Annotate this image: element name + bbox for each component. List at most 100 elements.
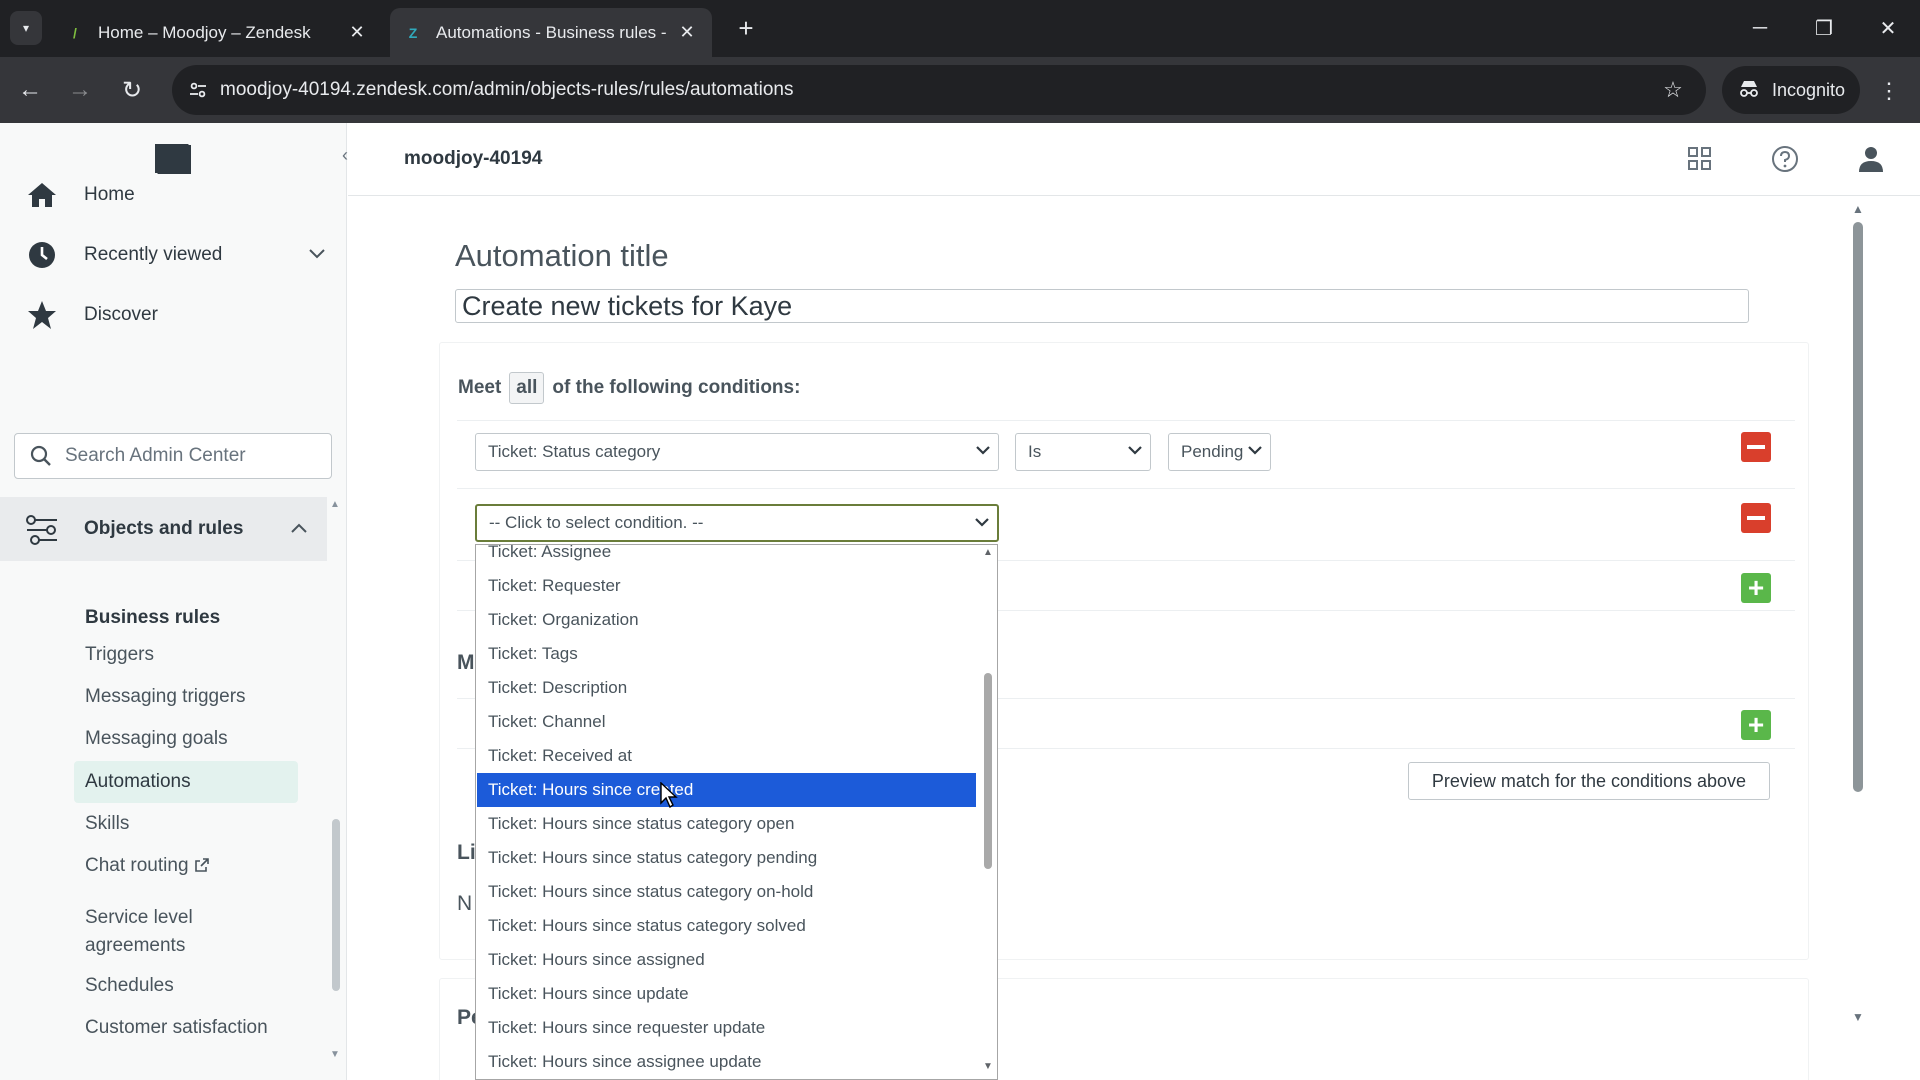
- star-icon: [24, 297, 60, 333]
- account-name: moodjoy-40194: [404, 148, 543, 169]
- minimize-icon[interactable]: ─: [1740, 10, 1780, 46]
- sidebar-item-label: Automations: [85, 771, 191, 792]
- sidebar-item-messaging-triggers[interactable]: Messaging triggers: [74, 676, 298, 718]
- new-tab-button[interactable]: +: [732, 13, 760, 43]
- sidebar-item-automations[interactable]: Automations: [74, 761, 298, 803]
- meet-mode-select[interactable]: all: [509, 372, 545, 404]
- restore-icon[interactable]: ❐: [1804, 10, 1844, 46]
- preview-match-button[interactable]: Preview match for the conditions above: [1408, 762, 1770, 800]
- scroll-down-icon[interactable]: ▼: [330, 1049, 340, 1060]
- meet-prefix: Meet: [458, 377, 502, 398]
- dropdown-option[interactable]: Ticket: Hours since assigned: [477, 943, 976, 977]
- dropdown-option[interactable]: Ticket: Hours since status category on-h…: [477, 875, 976, 909]
- sidebar-item-service-level-agreements[interactable]: Service level agreements: [74, 897, 298, 967]
- tab-home-zendesk[interactable]: / Home – Moodjoy – Zendesk ✕: [52, 8, 382, 57]
- remove-condition-button[interactable]: [1741, 432, 1771, 462]
- scrollbar-thumb[interactable]: [984, 673, 992, 869]
- browser-tab-bar: ▾ / Home – Moodjoy – Zendesk ✕ Z Automat…: [0, 0, 1920, 57]
- main-scrollbar[interactable]: ▲ ▼: [1848, 196, 1868, 1080]
- chevron-up-icon[interactable]: [291, 517, 307, 538]
- dropdown-option[interactable]: Ticket: Hours since status category open: [477, 807, 976, 841]
- dropdown-option[interactable]: Ticket: Hours since requester update: [477, 1011, 976, 1045]
- scroll-up-icon[interactable]: ▲: [1852, 202, 1864, 216]
- close-tab-icon[interactable]: ✕: [346, 22, 368, 44]
- dropdown-option[interactable]: Ticket: Assignee: [477, 545, 976, 569]
- sidebar-item-schedules[interactable]: Schedules: [74, 965, 298, 1007]
- tab-automations[interactable]: Z Automations - Business rules - ✕: [390, 8, 712, 57]
- sidebar-item-label: Customer satisfaction: [85, 1017, 268, 1038]
- back-arrow-icon[interactable]: ←: [12, 72, 48, 108]
- dropdown-option[interactable]: Ticket: Requester: [477, 569, 976, 603]
- scroll-up-icon[interactable]: ▲: [983, 547, 993, 558]
- condition-field-select-open[interactable]: -- Click to select condition. --: [475, 504, 999, 542]
- business-rules-heading: Business rules: [85, 607, 221, 628]
- nav-discover[interactable]: Discover: [0, 285, 346, 345]
- tab-search-button[interactable]: ▾: [10, 11, 42, 45]
- scroll-up-icon[interactable]: ▲: [330, 499, 340, 510]
- tab-title: Automations - Business rules -: [436, 22, 667, 42]
- sidebar-item-chat-routing[interactable]: Chat routing: [74, 845, 298, 887]
- help-icon[interactable]: [1769, 143, 1801, 175]
- forward-arrow-icon[interactable]: →: [62, 72, 98, 108]
- sidebar-item-messaging-goals[interactable]: Messaging goals: [74, 718, 298, 760]
- remove-condition-button[interactable]: [1741, 503, 1771, 533]
- nav-home[interactable]: Home: [0, 165, 346, 225]
- scrollbar-thumb[interactable]: [332, 819, 340, 991]
- chevron-down-icon[interactable]: [309, 243, 325, 264]
- condition-operator-select[interactable]: Is: [1015, 433, 1151, 471]
- minus-icon: [1747, 445, 1765, 449]
- close-window-icon[interactable]: ✕: [1868, 10, 1908, 46]
- sidebar-item-label: Messaging triggers: [85, 686, 246, 707]
- zendesk-favicon-icon: Z: [408, 24, 418, 41]
- admin-search-input[interactable]: Search Admin Center: [14, 433, 332, 479]
- site-info-icon[interactable]: [186, 78, 210, 102]
- objects-rules-icon: [24, 511, 60, 547]
- close-tab-icon[interactable]: ✕: [676, 22, 698, 44]
- add-condition-button[interactable]: +: [1741, 573, 1771, 603]
- bookmark-star-icon[interactable]: ☆: [1658, 75, 1688, 105]
- scroll-down-icon[interactable]: ▼: [983, 1061, 993, 1072]
- collapse-sidebar-icon[interactable]: ‹: [342, 145, 362, 167]
- plus-icon: +: [1747, 709, 1765, 740]
- sidebar-item-label: Schedules: [85, 975, 174, 996]
- condition-field-select[interactable]: Ticket: Status category: [475, 433, 999, 471]
- address-bar[interactable]: moodjoy-40194.zendesk.com/admin/objects-…: [172, 65, 1706, 115]
- dropdown-option[interactable]: Ticket: Hours since assignee update: [477, 1045, 976, 1079]
- incognito-indicator[interactable]: Incognito: [1722, 66, 1860, 114]
- product-tray-icon[interactable]: [1684, 143, 1716, 175]
- sidebar-item-label: Messaging goals: [85, 728, 228, 749]
- scroll-down-icon[interactable]: ▼: [1852, 1010, 1864, 1024]
- dropdown-option[interactable]: Ticket: Description: [477, 671, 976, 705]
- sidebar-item-skills[interactable]: Skills: [74, 803, 298, 845]
- sidebar-item-customer-satisfaction[interactable]: Customer satisfaction: [74, 1007, 298, 1049]
- dropdown-option[interactable]: Ticket: Channel: [477, 705, 976, 739]
- scrollbar-thumb[interactable]: [1853, 222, 1863, 792]
- dropdown-option[interactable]: Ticket: Tags: [477, 637, 976, 671]
- browser-menu-icon[interactable]: ⋮: [1874, 73, 1904, 109]
- automation-title-label: Automation title: [455, 238, 669, 273]
- add-condition-button[interactable]: +: [1741, 710, 1771, 740]
- nav-label: Home: [84, 184, 135, 205]
- dropdown-option-highlighted[interactable]: Ticket: Hours since created: [477, 773, 976, 807]
- dropdown-option[interactable]: Ticket: Organization: [477, 603, 976, 637]
- dropdown-option[interactable]: Ticket: Hours since status category pend…: [477, 841, 976, 875]
- condition-value-select[interactable]: Pending: [1168, 433, 1271, 471]
- dropdown-option[interactable]: Ticket: Hours since status category solv…: [477, 909, 976, 943]
- chevron-down-icon: [1248, 442, 1262, 458]
- search-placeholder: Search Admin Center: [65, 445, 246, 466]
- incognito-icon: [1738, 78, 1760, 103]
- condition-options-list[interactable]: Ticket: Assignee Ticket: Requester Ticke…: [475, 544, 998, 1080]
- reload-icon[interactable]: ↻: [114, 72, 150, 108]
- automation-title-input[interactable]: Create new tickets for Kaye: [455, 289, 1749, 323]
- nav-recently-viewed[interactable]: Recently viewed: [0, 225, 346, 285]
- nav-objects-and-rules[interactable]: Objects and rules: [0, 497, 327, 561]
- user-avatar-icon[interactable]: [1855, 143, 1887, 175]
- sidebar-item-label: Triggers: [85, 644, 154, 665]
- sidebar-item-triggers[interactable]: Triggers: [74, 634, 298, 676]
- dropdown-option[interactable]: Ticket: Received at: [477, 739, 976, 773]
- sidebar-item-label: Chat routing: [85, 855, 189, 876]
- nav-label: Discover: [84, 304, 158, 325]
- dropdown-option[interactable]: Ticket: Hours since update: [477, 977, 976, 1011]
- dropdown-scrollbar[interactable]: ▲ ▼: [978, 545, 997, 1079]
- sidebar-scrollbar[interactable]: ▲ ▼: [330, 497, 342, 1077]
